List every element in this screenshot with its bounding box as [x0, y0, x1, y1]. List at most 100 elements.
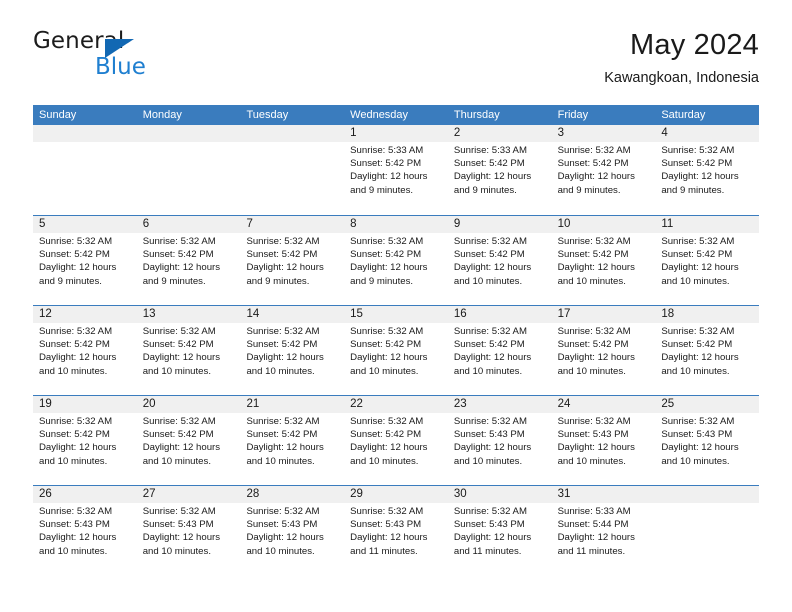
day-number: 11: [661, 218, 674, 230]
calendar-day-cell[interactable]: 13 Sunrise: 5:32 AM Sunset: 5:42 PM Dayligh…: [137, 306, 241, 395]
calendar-day-cell[interactable]: 6 Sunrise: 5:32 AM Sunset: 5:42 PM Daylight…: [137, 216, 241, 305]
calendar-day-cell[interactable]: 1 Sunrise: 5:33 AM Sunset: 5:42 PM Daylight…: [344, 125, 448, 215]
page-header: General Blue May 2024 Kawangkoan, Indone…: [33, 28, 759, 98]
calendar-day-cell[interactable]: 18 Sunrise: 5:32 AM Sunset: 5:42 PM Dayligh…: [655, 306, 759, 395]
sunset-text: Sunset: 5:42 PM: [142, 339, 214, 351]
calendar-day-cell[interactable]: 24 Sunrise: 5:32 AM Sunset: 5:43 PM Dayligh…: [552, 396, 656, 485]
sunset-text: Sunset: 5:42 PM: [246, 249, 318, 261]
calendar-day-cell[interactable]: 26 Sunrise: 5:32 AM Sunset: 5:43 PM Dayligh…: [33, 486, 137, 575]
day-number: 7: [246, 218, 253, 230]
daylight-text-line2: and 10 minutes.: [661, 455, 730, 467]
calendar-week-cells: 1 Sunrise: 5:33 AM Sunset: 5:42 PM Daylight…: [33, 125, 759, 215]
calendar-day-cell[interactable]: 16 Sunrise: 5:32 AM Sunset: 5:42 PM Dayligh…: [448, 306, 552, 395]
calendar-week-row: 12 Sunrise: 5:32 AM Sunset: 5:42 PM Dayligh…: [33, 305, 759, 395]
calendar-day-cell[interactable]: 14 Sunrise: 5:32 AM Sunset: 5:42 PM Dayligh…: [240, 306, 344, 395]
sunrise-text: Sunrise: 5:32 AM: [350, 416, 424, 427]
calendar-day-cell[interactable]: 11 Sunrise: 5:32 AM Sunset: 5:42 PM Dayligh…: [655, 216, 759, 305]
sunrise-text: Sunrise: 5:33 AM: [453, 145, 527, 156]
sunset-text: Sunset: 5:42 PM: [557, 158, 629, 170]
sunset-text: Sunset: 5:42 PM: [661, 249, 733, 261]
weekday-header-sunday: Sunday: [39, 109, 77, 121]
day-number: 26: [39, 488, 52, 500]
sunset-text: Sunset: 5:42 PM: [661, 158, 733, 170]
calendar-day-cell[interactable]: 7 Sunrise: 5:32 AM Sunset: 5:42 PM Daylight…: [240, 216, 344, 305]
calendar-empty-cell: [655, 486, 759, 575]
calendar-day-cell[interactable]: 29 Sunrise: 5:32 AM Sunset: 5:43 PM Dayligh…: [344, 486, 448, 575]
daylight-text-line1: Daylight: 12 hours: [557, 171, 635, 183]
day-details: Sunrise: 5:32 AM Sunset: 5:42 PM Daylight:…: [350, 235, 448, 288]
daylight-text-line1: Daylight: 12 hours: [350, 171, 428, 183]
daylight-text-line1: Daylight: 12 hours: [453, 532, 532, 544]
daylight-text-line1: Daylight: 12 hours: [39, 262, 117, 274]
daylight-text-line1: Daylight: 12 hours: [350, 442, 428, 454]
calendar-day-cell[interactable]: 12 Sunrise: 5:32 AM Sunset: 5:42 PM Dayligh…: [33, 306, 137, 395]
sunrise-text: Sunrise: 5:32 AM: [661, 145, 735, 156]
day-details: Sunrise: 5:32 AM Sunset: 5:43 PM Daylight:…: [246, 505, 344, 558]
day-number: 29: [350, 488, 363, 500]
daylight-text-line1: Daylight: 12 hours: [246, 532, 324, 544]
daylight-text-line1: Daylight: 12 hours: [661, 352, 739, 364]
daylight-text-line2: and 10 minutes.: [39, 455, 108, 467]
sunrise-text: Sunrise: 5:33 AM: [350, 145, 424, 156]
sunset-text: Sunset: 5:42 PM: [246, 429, 318, 441]
weekday-header-wednesday: Wednesday: [350, 109, 409, 121]
daylight-text-line1: Daylight: 12 hours: [453, 262, 532, 274]
sunrise-text: Sunrise: 5:32 AM: [142, 326, 216, 337]
calendar-day-cell[interactable]: 4 Sunrise: 5:32 AM Sunset: 5:42 PM Daylight…: [655, 125, 759, 215]
day-details: Sunrise: 5:32 AM Sunset: 5:42 PM Daylight:…: [558, 235, 656, 288]
day-number: 27: [142, 488, 156, 500]
day-number: [661, 486, 759, 503]
sunrise-text: Sunrise: 5:32 AM: [661, 236, 735, 247]
calendar-day-cell[interactable]: 25 Sunrise: 5:32 AM Sunset: 5:43 PM Dayligh…: [655, 396, 759, 485]
daylight-text-line2: and 10 minutes.: [557, 365, 626, 377]
sunset-text: Sunset: 5:43 PM: [142, 519, 214, 531]
calendar-day-cell[interactable]: 31 Sunrise: 5:33 AM Sunset: 5:44 PM Dayligh…: [552, 486, 656, 575]
calendar-day-cell[interactable]: 27 Sunrise: 5:32 AM Sunset: 5:43 PM Dayligh…: [137, 486, 241, 575]
sunrise-text: Sunrise: 5:32 AM: [661, 326, 735, 337]
day-details: Sunrise: 5:32 AM Sunset: 5:42 PM Daylight:…: [661, 235, 759, 288]
daylight-text-line1: Daylight: 12 hours: [142, 442, 221, 454]
sunset-text: Sunset: 5:42 PM: [246, 339, 318, 351]
daylight-text-line2: and 9 minutes.: [661, 184, 725, 196]
sunset-text: Sunset: 5:42 PM: [453, 158, 525, 170]
day-number: 13: [142, 308, 156, 320]
calendar-day-cell[interactable]: 21 Sunrise: 5:32 AM Sunset: 5:42 PM Dayligh…: [240, 396, 344, 485]
day-details: Sunrise: 5:32 AM Sunset: 5:43 PM Daylight:…: [661, 415, 759, 468]
daylight-text-line1: Daylight: 12 hours: [350, 352, 428, 364]
sunset-text: Sunset: 5:42 PM: [453, 339, 525, 351]
sunrise-text: Sunrise: 5:32 AM: [453, 326, 527, 337]
daylight-text-line2: and 10 minutes.: [142, 545, 211, 557]
calendar-day-cell[interactable]: 28 Sunrise: 5:32 AM Sunset: 5:43 PM Dayligh…: [240, 486, 344, 575]
sunset-text: Sunset: 5:42 PM: [39, 429, 110, 441]
calendar-day-cell[interactable]: 5 Sunrise: 5:32 AM Sunset: 5:42 PM Daylight…: [33, 216, 137, 305]
sunrise-text: Sunrise: 5:32 AM: [142, 416, 216, 427]
calendar-day-cell[interactable]: 2 Sunrise: 5:33 AM Sunset: 5:42 PM Daylight…: [448, 125, 552, 215]
daylight-text-line2: and 10 minutes.: [39, 545, 108, 557]
daylight-text-line1: Daylight: 12 hours: [246, 442, 324, 454]
brand-logo[interactable]: General Blue: [33, 28, 273, 90]
sunrise-text: Sunrise: 5:32 AM: [350, 236, 424, 247]
calendar-day-cell[interactable]: 15 Sunrise: 5:32 AM Sunset: 5:42 PM Dayligh…: [344, 306, 448, 395]
day-number: [246, 125, 344, 142]
page-title: May 2024: [630, 29, 759, 61]
day-number: 9: [453, 218, 461, 230]
calendar-week-cells: 26 Sunrise: 5:32 AM Sunset: 5:43 PM Dayligh…: [33, 486, 759, 575]
calendar-day-cell[interactable]: 8 Sunrise: 5:32 AM Sunset: 5:42 PM Daylight…: [344, 216, 448, 305]
calendar-day-cell[interactable]: 3 Sunrise: 5:32 AM Sunset: 5:42 PM Daylight…: [552, 125, 656, 215]
daylight-text-line1: Daylight: 12 hours: [142, 532, 221, 544]
sunset-text: Sunset: 5:42 PM: [350, 429, 422, 441]
calendar-day-cell[interactable]: 23 Sunrise: 5:32 AM Sunset: 5:43 PM Dayligh…: [448, 396, 552, 485]
day-details: Sunrise: 5:32 AM Sunset: 5:43 PM Daylight:…: [350, 505, 448, 558]
day-details: Sunrise: 5:32 AM Sunset: 5:42 PM Daylight:…: [246, 325, 344, 378]
calendar-day-cell[interactable]: 19 Sunrise: 5:32 AM Sunset: 5:42 PM Dayligh…: [33, 396, 137, 485]
calendar-day-cell[interactable]: 22 Sunrise: 5:32 AM Sunset: 5:42 PM Dayligh…: [344, 396, 448, 485]
day-details: Sunrise: 5:32 AM Sunset: 5:42 PM Daylight:…: [454, 325, 552, 378]
sunrise-text: Sunrise: 5:32 AM: [557, 236, 631, 247]
calendar-day-cell[interactable]: 9 Sunrise: 5:32 AM Sunset: 5:42 PM Daylight…: [448, 216, 552, 305]
calendar-day-cell[interactable]: 10 Sunrise: 5:32 AM Sunset: 5:42 PM Dayligh…: [552, 216, 656, 305]
calendar-day-cell[interactable]: 20 Sunrise: 5:32 AM Sunset: 5:42 PM Dayligh…: [137, 396, 241, 485]
day-details: Sunrise: 5:32 AM Sunset: 5:43 PM Daylight:…: [39, 505, 137, 558]
daylight-text-line2: and 10 minutes.: [39, 365, 108, 377]
calendar-day-cell[interactable]: 30 Sunrise: 5:32 AM Sunset: 5:43 PM Dayligh…: [448, 486, 552, 575]
calendar-day-cell[interactable]: 17 Sunrise: 5:32 AM Sunset: 5:42 PM Dayligh…: [552, 306, 656, 395]
